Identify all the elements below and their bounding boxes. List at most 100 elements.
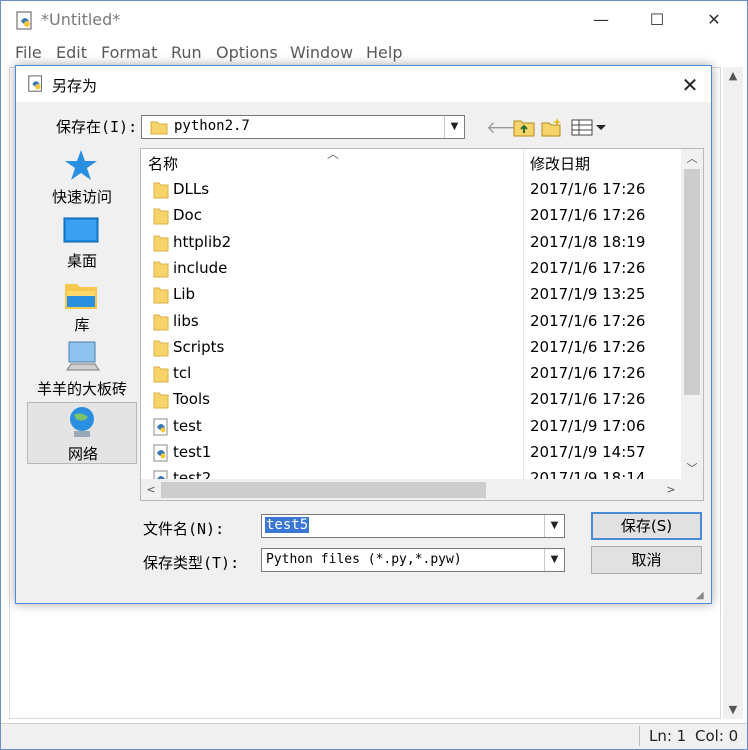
save-in-value: python2.7 bbox=[174, 118, 250, 134]
place-label: 库 bbox=[74, 316, 90, 334]
filename-input[interactable]: test5 bbox=[265, 517, 310, 533]
scroll-up-icon[interactable]: ▲ bbox=[723, 67, 743, 85]
list-header: ︿ 名称 修改日期 bbox=[141, 149, 681, 177]
folder-icon bbox=[153, 392, 169, 409]
sort-ascending-icon: ︿ bbox=[327, 148, 340, 161]
file-row[interactable]: test1 2017/1/9 14:57 bbox=[141, 440, 681, 466]
place-network[interactable]: 网络 bbox=[27, 402, 137, 464]
file-row[interactable]: Tools 2017/1/6 17:26 bbox=[141, 387, 681, 413]
window-title: *Untitled* bbox=[41, 10, 121, 29]
folder-icon bbox=[153, 235, 169, 252]
file-date: 2017/1/6 17:26 bbox=[530, 390, 646, 409]
file-row[interactable]: tcl 2017/1/6 17:26 bbox=[141, 361, 681, 387]
file-row[interactable]: include 2017/1/6 17:26 bbox=[141, 256, 681, 282]
column-header-name[interactable]: 名称 bbox=[148, 153, 178, 174]
resize-grip-icon[interactable]: ◢ bbox=[696, 590, 710, 604]
file-name: tcl bbox=[173, 364, 192, 383]
list-vertical-scrollbar[interactable]: ︿ ﹀ bbox=[681, 149, 703, 479]
scroll-down-icon[interactable]: ▼ bbox=[723, 701, 743, 719]
save-in-combo[interactable]: python2.7 ▼ bbox=[141, 115, 465, 139]
file-row[interactable]: httplib2 2017/1/8 18:19 bbox=[141, 230, 681, 256]
list-horizontal-scrollbar[interactable]: < > bbox=[141, 479, 681, 500]
file-list[interactable]: ︿ 名称 修改日期 DLLs 2017/1/6 17:26 Doc 2017/1/6 … bbox=[140, 148, 704, 501]
place-library[interactable]: 库 bbox=[27, 274, 137, 336]
menu-bar: File Edit Format Run Options Window Help bbox=[1, 39, 747, 67]
scroll-left-icon[interactable]: < bbox=[141, 479, 161, 500]
scroll-up-icon[interactable]: ︿ bbox=[681, 149, 703, 169]
chevron-down-icon[interactable]: ▼ bbox=[444, 116, 464, 138]
file-row[interactable]: Doc 2017/1/6 17:26 bbox=[141, 203, 681, 229]
dialog-title: 另存为 bbox=[52, 77, 98, 95]
menu-help[interactable]: Help bbox=[366, 43, 402, 62]
file-row[interactable]: Scripts 2017/1/6 17:26 bbox=[141, 335, 681, 361]
file-date: 2017/1/6 17:26 bbox=[530, 206, 646, 225]
menu-window[interactable]: Window bbox=[290, 43, 353, 62]
folder-icon bbox=[153, 261, 169, 278]
filetype-value: Python files (*.py,*.pyw) bbox=[266, 552, 462, 567]
file-name: Tools bbox=[173, 390, 210, 409]
place-this-pc[interactable]: 羊羊的大板砖 bbox=[27, 338, 137, 400]
file-date: 2017/1/9 17:06 bbox=[530, 416, 646, 435]
filetype-label: 保存类型(T): bbox=[143, 554, 240, 572]
minimize-button[interactable]: — bbox=[578, 6, 624, 34]
filename-label: 文件名(N): bbox=[143, 520, 225, 538]
folder-icon bbox=[153, 182, 169, 199]
scroll-right-icon[interactable]: > bbox=[661, 479, 681, 500]
file-name: test1 bbox=[173, 443, 212, 461]
file-date: 2017/1/8 18:19 bbox=[530, 232, 646, 251]
menu-edit[interactable]: Edit bbox=[56, 43, 87, 62]
file-date: 2017/1/6 17:26 bbox=[530, 180, 646, 198]
folder-icon bbox=[150, 121, 168, 135]
chevron-down-icon[interactable]: ▼ bbox=[544, 549, 564, 571]
back-icon[interactable]: 🡐 bbox=[486, 117, 532, 139]
file-name: httplib2 bbox=[173, 232, 232, 251]
place-quick-access[interactable]: 快速访问 bbox=[27, 146, 137, 208]
star-icon bbox=[65, 150, 97, 180]
folder-icon bbox=[153, 208, 169, 225]
place-desktop[interactable]: 桌面 bbox=[27, 210, 137, 272]
file-row[interactable]: DLLs 2017/1/6 17:26 bbox=[141, 177, 681, 203]
file-date: 2017/1/6 17:26 bbox=[530, 258, 646, 277]
view-menu-icon[interactable] bbox=[570, 117, 608, 139]
save-as-dialog: 另存为 ✕ 保存在(I): python2.7 ▼ 🡐 快速访问 桌面 库 羊羊… bbox=[15, 65, 712, 604]
folder-icon bbox=[153, 314, 169, 330]
library-icon bbox=[65, 284, 97, 309]
file-row[interactable]: Lib 2017/1/9 13:25 bbox=[141, 282, 681, 308]
menu-run[interactable]: Run bbox=[171, 43, 202, 62]
places-bar: 快速访问 桌面 库 羊羊的大板砖 网络 bbox=[27, 146, 137, 466]
place-label: 桌面 bbox=[66, 252, 97, 270]
network-icon bbox=[70, 407, 94, 437]
save-button[interactable]: 保存(S) bbox=[591, 512, 702, 540]
place-label: 羊羊的大板砖 bbox=[36, 380, 127, 398]
column-header-date[interactable]: 修改日期 bbox=[530, 153, 590, 174]
file-row[interactable]: test 2017/1/9 17:06 bbox=[141, 414, 681, 440]
scroll-down-icon[interactable]: ﹀ bbox=[681, 459, 703, 479]
status-line: Ln: 1 bbox=[649, 727, 687, 745]
file-name: DLLs bbox=[173, 180, 210, 198]
file-date: 2017/1/6 17:26 bbox=[530, 337, 646, 356]
menu-file[interactable]: File bbox=[15, 43, 42, 62]
dialog-app-icon bbox=[28, 75, 42, 92]
chevron-down-icon[interactable]: ▼ bbox=[544, 515, 564, 537]
python-file-icon bbox=[153, 444, 168, 462]
menu-options[interactable]: Options bbox=[216, 43, 278, 62]
idle-app-icon bbox=[16, 11, 32, 30]
horizontal-scroll-thumb[interactable] bbox=[161, 482, 486, 498]
cancel-button[interactable]: 取消 bbox=[591, 546, 702, 574]
dialog-titlebar: 另存为 ✕ bbox=[16, 66, 711, 102]
up-folder-icon[interactable] bbox=[512, 117, 536, 139]
filename-combo[interactable]: test5 ▼ bbox=[261, 514, 565, 538]
folder-icon bbox=[153, 340, 169, 357]
python-file-icon bbox=[153, 418, 168, 436]
file-name: include bbox=[173, 258, 228, 277]
vertical-scroll-thumb[interactable] bbox=[684, 169, 700, 395]
maximize-button[interactable]: ☐ bbox=[634, 6, 680, 34]
close-button[interactable]: ✕ bbox=[691, 6, 737, 34]
file-row[interactable]: libs 2017/1/6 17:26 bbox=[141, 309, 681, 335]
save-in-label: 保存在(I): bbox=[56, 118, 138, 136]
editor-scrollbar[interactable]: ▲ ▼ bbox=[723, 67, 743, 719]
menu-format[interactable]: Format bbox=[101, 43, 157, 62]
filetype-select[interactable]: Python files (*.py,*.pyw) ▼ bbox=[261, 548, 565, 572]
dialog-close-button[interactable]: ✕ bbox=[670, 70, 710, 100]
new-folder-icon[interactable] bbox=[540, 117, 564, 139]
